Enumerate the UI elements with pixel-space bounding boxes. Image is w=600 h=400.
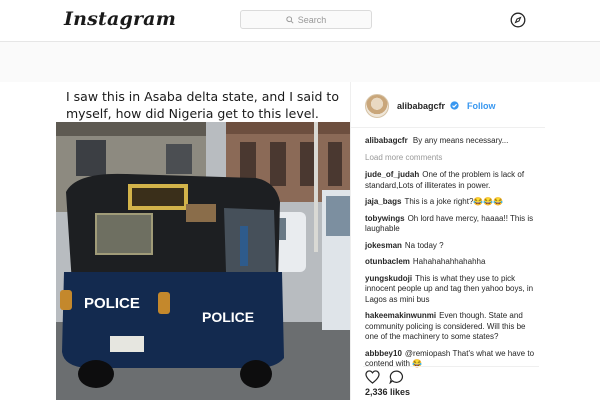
comments-list: alibabagcfr By any means necessary... Lo…: [365, 136, 537, 376]
author-username[interactable]: alibabagcfr: [397, 101, 445, 111]
post-actions: [363, 366, 539, 386]
comment-username[interactable]: tobywings: [365, 214, 405, 223]
verified-badge-icon: [450, 101, 459, 110]
comment-item: jokesman Na today ?: [365, 241, 537, 252]
comment-username[interactable]: alibabagcfr: [365, 136, 408, 145]
comment-item: jude_of_judah One of the problem is lack …: [365, 170, 537, 191]
load-more-comments-link[interactable]: Load more comments: [365, 153, 537, 164]
avatar[interactable]: [365, 94, 389, 118]
police-text-right: POLICE: [202, 309, 254, 325]
post-header: alibabagcfr Follow: [351, 82, 545, 128]
search-placeholder: Search: [297, 14, 327, 25]
follow-button[interactable]: Follow: [467, 101, 496, 111]
police-text-left: POLICE: [84, 295, 140, 312]
comment-username[interactable]: jaja_bags: [365, 197, 401, 206]
heart-icon[interactable]: [365, 370, 380, 384]
comment-item: otunbaclem Hahahahahhahahha: [365, 257, 537, 268]
comment-username[interactable]: jokesman: [365, 241, 402, 250]
comment-text: Na today ?: [404, 240, 444, 250]
comment-username[interactable]: yungskudoji: [365, 274, 412, 283]
post-card: I saw this in Asaba delta state, and I s…: [56, 82, 545, 400]
comment-username[interactable]: otunbaclem: [365, 257, 410, 266]
comment-item: tobywings Oh lord have mercy, haaaa!! Thi…: [365, 214, 537, 235]
image-caption-text: I saw this in Asaba delta state, and I s…: [66, 89, 339, 121]
comment-username[interactable]: hakeemakinwunmi: [365, 311, 436, 320]
police-tricycle-photo: POLICE POLICE: [56, 122, 350, 400]
page-background-band: [0, 42, 600, 82]
comment-icon[interactable]: [389, 370, 404, 384]
search-icon: [286, 15, 294, 24]
comment-item: yungskudoji This is what they use to pick…: [365, 274, 537, 306]
comment-text: This is a joke right?😂😂😂: [404, 197, 504, 206]
post-image[interactable]: I saw this in Asaba delta state, and I s…: [56, 82, 350, 400]
comment-text: Hahahahahhahahha: [412, 257, 486, 266]
post-sidebar: alibabagcfr Follow alibabagcfr By any me…: [350, 82, 545, 400]
instagram-logo[interactable]: Instagram: [64, 8, 176, 30]
author-caption: alibabagcfr By any means necessary...: [365, 136, 537, 147]
compass-icon[interactable]: [510, 12, 526, 28]
comment-text: By any means necessary...: [412, 136, 509, 145]
comment-item: hakeemakinwunmi Even though. State and co…: [365, 311, 537, 343]
comment-item: jaja_bags This is a joke right?😂😂😂: [365, 197, 537, 208]
search-input[interactable]: Search: [240, 10, 372, 29]
top-navigation-bar: Instagram Search: [0, 0, 600, 42]
comment-username[interactable]: jude_of_judah: [365, 170, 419, 179]
comment-username[interactable]: abbbey10: [365, 349, 402, 358]
likes-count[interactable]: 2,336 likes: [365, 387, 410, 397]
